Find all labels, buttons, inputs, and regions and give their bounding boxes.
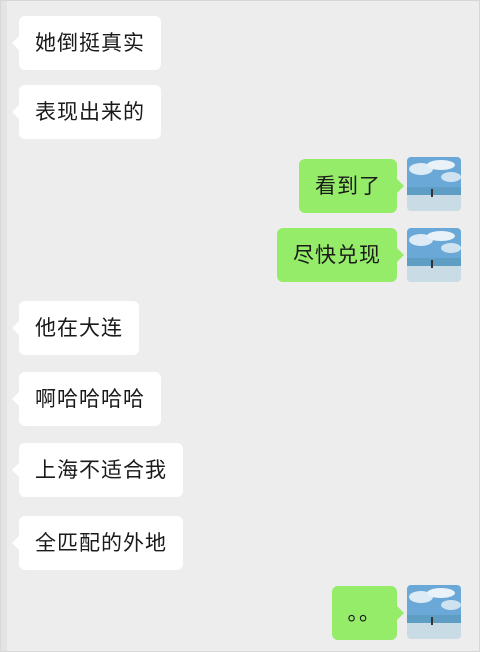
message-bubble-outgoing[interactable]: 尽快兑现 [277, 228, 404, 282]
message-bubble-outgoing[interactable]: 看到了 [299, 159, 404, 213]
message-bubble-incoming[interactable]: 她倒挺真实 [12, 16, 161, 70]
message-bubble-outgoing[interactable]: 。。 [331, 586, 404, 640]
message-bubble-incoming[interactable]: 上海不适合我 [12, 443, 183, 497]
left-edge-strip [1, 1, 7, 651]
beach-sky-avatar-icon[interactable] [407, 585, 461, 639]
message-bubble-incoming[interactable]: 他在大连 [12, 301, 139, 355]
chat-window: 她倒挺真实 表现出来的 看到了 尽快兑现 他在大连 啊哈哈哈哈 上海不适合我 全… [0, 0, 480, 652]
beach-sky-avatar-icon[interactable] [407, 228, 461, 282]
message-bubble-incoming[interactable]: 啊哈哈哈哈 [12, 372, 161, 426]
message-bubble-incoming[interactable]: 表现出来的 [12, 85, 161, 139]
message-bubble-incoming[interactable]: 全匹配的外地 [12, 516, 183, 570]
beach-sky-avatar-icon[interactable] [407, 157, 461, 211]
